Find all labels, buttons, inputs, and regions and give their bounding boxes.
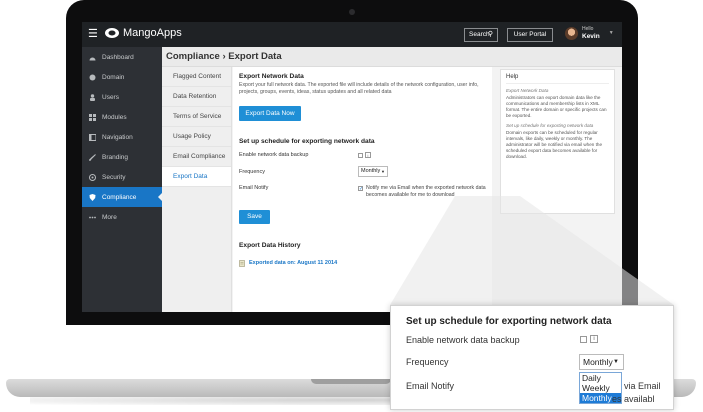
subnav-export-data[interactable]: Export Data bbox=[162, 167, 231, 187]
sidebar-item-label: Modules bbox=[102, 113, 127, 121]
zoom-frequency-value: Monthly bbox=[583, 357, 613, 367]
subnav-flagged-content[interactable]: Flagged Content bbox=[162, 67, 231, 87]
zoom-frequency-label: Frequency bbox=[406, 357, 449, 367]
sidebar-item-label: Navigation bbox=[102, 133, 133, 141]
sidebar-item-security[interactable]: Security bbox=[82, 167, 162, 187]
history-heading: Export Data History bbox=[239, 242, 301, 249]
user-menu[interactable]: Hello Kevin ▼ bbox=[565, 26, 614, 40]
hamburger-menu-icon[interactable]: ☰ bbox=[88, 28, 98, 40]
sidebar-item-label: Compliance bbox=[102, 193, 137, 201]
option-daily[interactable]: Daily bbox=[580, 373, 621, 383]
frequency-select[interactable]: Monthly ▼ bbox=[358, 166, 388, 177]
page-title: Compliance › Export Data bbox=[162, 47, 622, 67]
search-label: Search bbox=[469, 31, 490, 38]
chevron-down-icon: ▼ bbox=[381, 169, 385, 174]
mango-logo-icon bbox=[105, 28, 119, 38]
more-icon bbox=[89, 216, 96, 218]
info-icon[interactable]: i bbox=[590, 335, 598, 343]
camera-dot bbox=[349, 9, 355, 15]
sidebar-item-label: Dashboard bbox=[102, 53, 134, 61]
email-notify-text: Notify me via Email when the exported ne… bbox=[366, 185, 486, 198]
chevron-down-icon: ▼ bbox=[613, 359, 619, 365]
option-weekly[interactable]: Weekly bbox=[580, 383, 621, 393]
sidebar-item-compliance[interactable]: Compliance bbox=[82, 187, 162, 207]
user-portal-button[interactable]: User Portal bbox=[507, 28, 553, 42]
sidebar-item-branding[interactable]: Branding bbox=[82, 147, 162, 167]
zoom-heading: Set up schedule for exporting network da… bbox=[406, 316, 612, 327]
subnav-terms-of-service[interactable]: Terms of Service bbox=[162, 107, 231, 127]
export-description: Export your full network data. The expor… bbox=[239, 82, 479, 95]
sidebar-item-label: Users bbox=[102, 93, 119, 101]
help-panel: Help Export Network Data Administrators … bbox=[500, 69, 615, 214]
subnav-email-compliance[interactable]: Email Compliance bbox=[162, 147, 231, 167]
logo-text: MangoApps bbox=[123, 27, 182, 39]
shield-icon bbox=[89, 193, 96, 201]
laptop-notch bbox=[311, 379, 391, 384]
sidebar-item-navigation[interactable]: Navigation bbox=[82, 127, 162, 147]
user-greeting: Hello bbox=[582, 26, 594, 32]
dashboard-icon bbox=[89, 57, 96, 60]
globe-icon bbox=[89, 74, 96, 80]
sidebar-item-more[interactable]: More bbox=[82, 207, 162, 227]
export-history-link[interactable]: Exported data on: August 11 2014 bbox=[249, 260, 337, 266]
frequency-label: Frequency bbox=[239, 169, 265, 175]
save-button[interactable]: Save bbox=[239, 210, 270, 224]
user-icon bbox=[90, 93, 95, 101]
sidebar-item-users[interactable]: Users bbox=[82, 87, 162, 107]
user-name: Kevin bbox=[582, 33, 600, 40]
zoom-backup-label: Enable network data backup bbox=[406, 335, 520, 345]
sidebar-item-modules[interactable]: Modules bbox=[82, 107, 162, 127]
sidebar: Dashboard Domain Users Modules Navigatio… bbox=[82, 47, 162, 312]
backup-label: Enable network data backup bbox=[239, 152, 309, 158]
zoom-backup-checkbox[interactable] bbox=[580, 336, 587, 343]
export-heading: Export Network Data bbox=[239, 73, 304, 80]
navigation-icon bbox=[89, 133, 96, 141]
email-notify-checkbox[interactable]: ✓ bbox=[358, 186, 363, 192]
sidebar-item-dashboard[interactable]: Dashboard bbox=[82, 47, 162, 67]
help-section-title: Export Network Data bbox=[506, 88, 549, 93]
frequency-value: Monthly bbox=[361, 168, 381, 174]
export-data-now-button[interactable]: Export Data Now bbox=[239, 106, 301, 121]
help-section-text: Domain exports can be scheduled for regu… bbox=[506, 130, 603, 159]
sidebar-item-label: Branding bbox=[102, 153, 129, 161]
sidebar-item-label: Domain bbox=[102, 73, 125, 81]
lock-icon bbox=[89, 173, 96, 181]
help-section-text: Administrators can export domain data li… bbox=[506, 95, 607, 118]
modules-icon bbox=[89, 113, 96, 121]
zoom-frequency-select[interactable]: Monthly ▼ bbox=[579, 354, 624, 370]
help-title: Help bbox=[506, 74, 609, 84]
sub-navigation: Flagged Content Data Retention Terms of … bbox=[162, 67, 232, 312]
info-icon[interactable]: i bbox=[365, 152, 371, 158]
top-bar: ☰ MangoApps Search ⚲ User Portal Hello K… bbox=[82, 22, 622, 47]
chevron-down-icon: ▼ bbox=[608, 30, 614, 36]
search-button[interactable]: Search ⚲ bbox=[464, 28, 498, 42]
sidebar-item-domain[interactable]: Domain bbox=[82, 67, 162, 87]
brush-icon bbox=[89, 153, 96, 161]
backup-checkbox[interactable] bbox=[358, 153, 363, 158]
app-screen: ☰ MangoApps Search ⚲ User Portal Hello K… bbox=[82, 22, 622, 312]
file-icon bbox=[239, 260, 245, 267]
zoom-email-text-fragment: es availabl bbox=[612, 394, 655, 404]
export-content: Export Network Data Export your full net… bbox=[233, 67, 492, 312]
avatar bbox=[565, 26, 578, 40]
subnav-usage-policy[interactable]: Usage Policy bbox=[162, 127, 231, 147]
help-section-title: Set up schedule for exporting network da… bbox=[506, 123, 594, 128]
stage: ☰ MangoApps Search ⚲ User Portal Hello K… bbox=[0, 0, 703, 412]
email-notify-label: Email Notify bbox=[239, 185, 269, 191]
zoom-callout: Set up schedule for exporting network da… bbox=[390, 305, 674, 410]
zoom-email-text-fragment: via Email bbox=[624, 381, 661, 391]
sidebar-item-label: More bbox=[102, 213, 117, 221]
zoom-email-label: Email Notify bbox=[406, 381, 455, 391]
subnav-data-retention[interactable]: Data Retention bbox=[162, 87, 231, 107]
sidebar-item-label: Security bbox=[102, 173, 126, 181]
search-icon: ⚲ bbox=[487, 31, 493, 38]
schedule-heading: Set up schedule for exporting network da… bbox=[239, 138, 375, 145]
app-logo[interactable]: MangoApps bbox=[104, 27, 182, 39]
